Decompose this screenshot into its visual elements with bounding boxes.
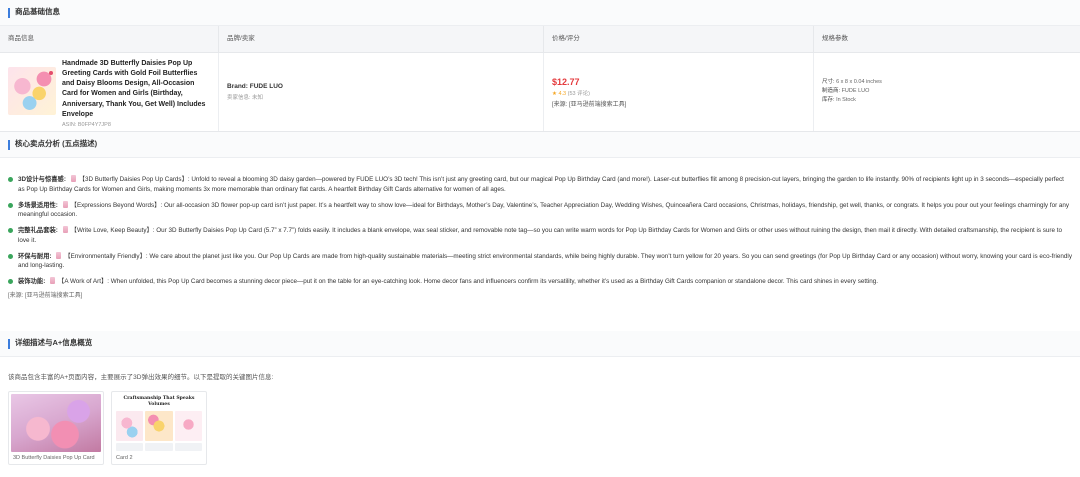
list-item: 装饰功能: 【A Work of Art】: When unfolded, th…: [8, 277, 1072, 287]
section-title: 核心卖点分析 (五点描述): [15, 139, 98, 149]
rating-count: (53 评论): [567, 91, 590, 98]
list-item: 完整礼品套装: 【Write Love, Keep Beauty】: Our 3…: [8, 226, 1072, 246]
section-accent-bar: [8, 7, 10, 18]
section-accent-bar: [8, 338, 10, 349]
product-title[interactable]: Handmade 3D Butterfly Daisies Pop Up Gre…: [62, 59, 210, 120]
aplus-image-title: Craftsmanship That Speaks Volumes: [123, 395, 195, 407]
bullet-dot-icon: [8, 177, 13, 182]
selling-points-source: [来源: [亚马逊前端搜索工具]: [8, 292, 83, 299]
basic-info-section: 商品基础信息 商品信息 品牌/卖家 价格/评分 规格参数 Handmade 3D…: [0, 0, 1080, 132]
table-header: 商品信息 品牌/卖家 价格/评分 规格参数: [0, 26, 1080, 53]
section-header-basic-info: 商品基础信息: [0, 0, 1080, 26]
brand-cell: Brand: FUDE LUO 卖家信息: 未知: [219, 53, 544, 131]
price-value: $12.77: [552, 77, 580, 87]
aplus-section: 详细描述与A+信息概览 该商品包含丰富的A+页面内容，主要展示了3D弹出效果的细…: [0, 331, 1080, 465]
seller-text: 卖家信息: 未知: [227, 94, 264, 101]
section-header-selling-points: 核心卖点分析 (五点描述): [0, 132, 1080, 158]
aplus-card[interactable]: Craftsmanship That Speaks Volumes Card 2: [111, 390, 207, 465]
price-cell: $12.77 ★ 4.3 (53 评论) [来源: [亚马逊前端搜索工具]: [544, 53, 814, 131]
aplus-image-thumb: [116, 411, 144, 442]
column-header-product: 商品信息: [0, 26, 219, 52]
list-item: 环保与耐用: 【Environmentally Friendly】: We ca…: [8, 251, 1072, 272]
column-header-price: 价格/评分: [544, 26, 814, 52]
section-accent-bar: [8, 139, 10, 150]
aplus-image-cards: 3D Butterfly Daisies Pop Up Card Craftsm…: [0, 383, 1080, 465]
product-cell: Handmade 3D Butterfly Daisies Pop Up Gre…: [0, 53, 219, 131]
aplus-image-thumb: [145, 411, 173, 442]
bullet-dot-icon: [8, 228, 13, 233]
thumbnail-icon: [70, 175, 76, 182]
aplus-card[interactable]: 3D Butterfly Daisies Pop Up Card: [8, 390, 104, 465]
product-info-table: 商品信息 品牌/卖家 价格/评分 规格参数 Handmade 3D Butter…: [0, 26, 1080, 132]
list-item: 3D设计与惊喜感: 【3D Butterfly Daisies Pop Up C…: [8, 175, 1072, 195]
list-item: 多场景适用性: 【Expressions Beyond Words】: Our …: [8, 200, 1072, 221]
star-icon: ★: [552, 91, 557, 98]
aplus-card-image[interactable]: [11, 393, 101, 452]
product-asin: ASIN: B0FP4Y7JP8: [62, 121, 111, 128]
section-title: 商品基础信息: [15, 7, 60, 17]
thumbnail-icon: [62, 200, 68, 208]
aplus-card-label: 3D Butterfly Daisies Pop Up Card: [13, 454, 95, 461]
specs-cell: 尺寸: 6 x 8 x 0.04 inches 制造商: FUDE LUO 库存…: [814, 53, 1080, 131]
aplus-card-image[interactable]: Craftsmanship That Speaks Volumes: [114, 393, 204, 452]
bullet-dot-icon: [8, 202, 13, 208]
rating-value: 4.3: [558, 91, 567, 98]
spec-size: 尺寸: 6 x 8 x 0.04 inches: [822, 79, 882, 85]
column-header-specs: 规格参数: [822, 34, 848, 42]
thumbnail-icon: [62, 226, 68, 233]
aplus-image-thumb: [174, 411, 202, 442]
section-header-aplus: 详细描述与A+信息概览: [0, 331, 1080, 357]
aplus-card-label: Card 2: [116, 454, 133, 461]
selling-points-section: 核心卖点分析 (五点描述) 3D设计与惊喜感: 【3D Butterfly Da…: [0, 132, 1080, 300]
price-source: [来源: [亚马逊前端搜索工具]: [552, 101, 627, 108]
table-row: Handmade 3D Butterfly Daisies Pop Up Gre…: [0, 53, 1080, 132]
section-title: 详细描述与A+信息概览: [15, 338, 93, 348]
bullet-dot-icon: [8, 253, 13, 259]
thumbnail-icon: [50, 277, 56, 284]
thumbnail-icon: [56, 251, 62, 259]
bullet-dot-icon: [8, 279, 13, 284]
rating: ★ 4.3 (53 评论): [552, 91, 805, 98]
spec-stock: 库存: In Stock: [822, 96, 856, 103]
column-header-brand: 品牌/卖家: [219, 26, 544, 52]
aplus-description: 该商品包含丰富的A+页面内容，主要展示了3D弹出效果的细节。以下是提取的关键图片…: [8, 374, 274, 381]
brand-text: Brand: FUDE LUO: [227, 83, 283, 90]
status-dot-icon: [49, 71, 53, 75]
bullet-list: 3D设计与惊喜感: 【3D Butterfly Daisies Pop Up C…: [0, 158, 1080, 287]
spec-maker: 制造商: FUDE LUO: [822, 87, 870, 94]
